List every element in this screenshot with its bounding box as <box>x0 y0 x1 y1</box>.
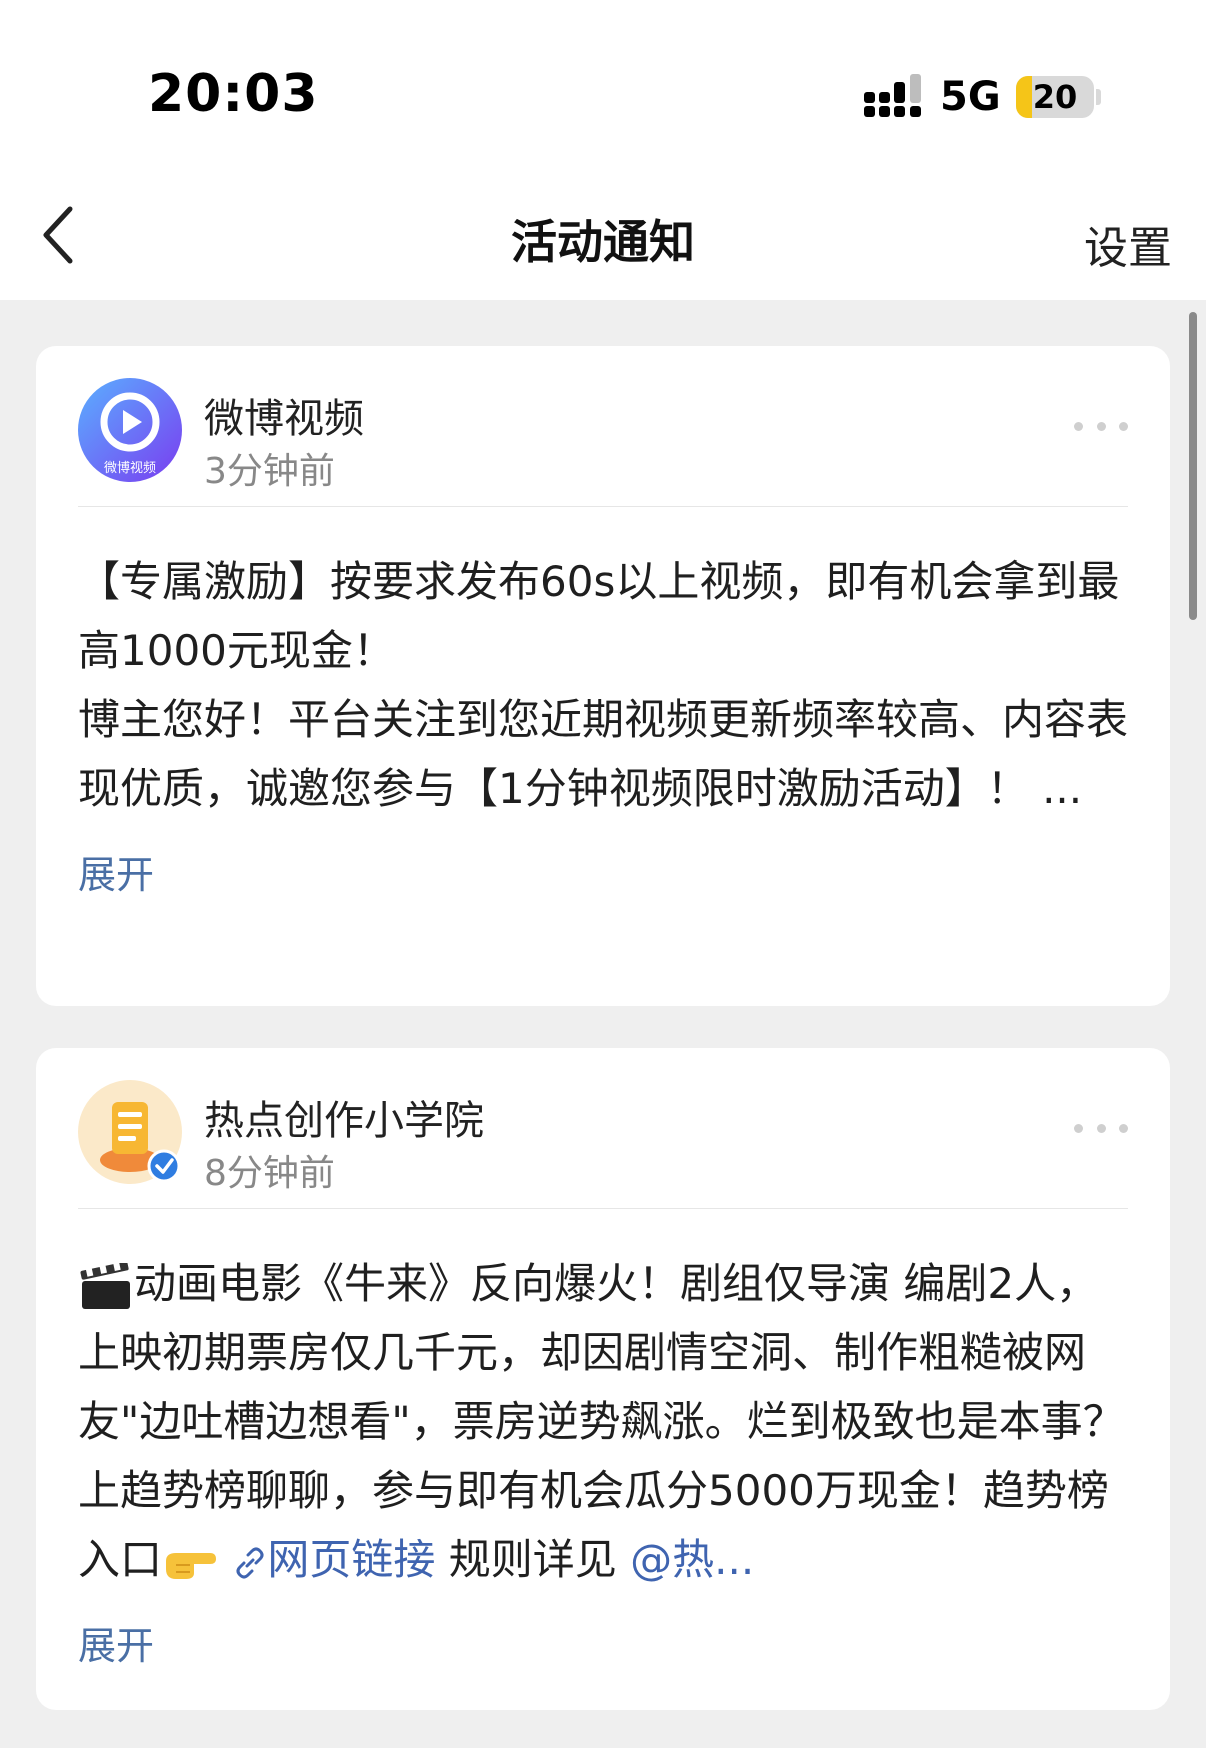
pointing-hand-icon <box>166 1552 217 1579</box>
network-type: 5G <box>940 74 1001 120</box>
dot-icon <box>1119 1123 1128 1133</box>
dot-icon <box>1074 1123 1083 1133</box>
notification-title: 【专属激励】按要求发布60s以上视频，即有机会拿到最高1000元现金！ <box>78 557 1120 675</box>
clapperboard-icon <box>80 1262 130 1309</box>
expand-button[interactable]: 展开 <box>78 845 1128 905</box>
dot-icon <box>1074 421 1083 431</box>
link-icon <box>236 1547 264 1578</box>
sender-name[interactable]: 热点创作小学院 <box>204 1088 484 1146</box>
more-options-button[interactable] <box>1074 416 1128 436</box>
dot-icon <box>1096 421 1106 431</box>
card-header: 热点创作小学院 8分钟前 <box>78 1048 1128 1209</box>
dot-icon <box>1119 421 1128 431</box>
card-header: 微博视频 微博视频 3分钟前 <box>78 346 1128 507</box>
scrollbar[interactable] <box>1189 312 1197 620</box>
time-ago: 3分钟前 <box>204 451 335 492</box>
notification-content[interactable]: 动画电影《牛来》反向爆火！剧组仅导演 编剧2人，上映初期票房仅几千元，却因剧情空… <box>78 1209 1128 1594</box>
mention-link[interactable]: @热... <box>630 1535 754 1584</box>
weibo-video-avatar[interactable]: 微博视频 <box>78 378 182 482</box>
rules-text: 规则详见 <box>448 1535 617 1584</box>
time-ago: 8分钟前 <box>204 1153 335 1194</box>
signal-icon <box>864 74 921 117</box>
page-title: 活动通知 <box>511 215 695 269</box>
notification-body: 博主您好！平台关注到您近期视频更新频率较高、内容表现优质，诚邀您参与【1分钟视频… <box>78 695 1129 813</box>
battery-icon: 20 <box>1016 76 1094 118</box>
battery-tip <box>1096 89 1101 105</box>
battery-level: 20 <box>1032 78 1078 116</box>
sender-name[interactable]: 微博视频 <box>204 386 364 444</box>
verified-badge-icon <box>147 1149 181 1183</box>
notification-card[interactable]: 热点创作小学院 8分钟前 动画电影《牛来》反向爆火！剧组仅导演 编剧2人，上映初… <box>36 1048 1170 1710</box>
expand-button[interactable]: 展开 <box>78 1616 1128 1676</box>
notification-card[interactable]: 微博视频 微博视频 3分钟前 【专属激励】按要求发布60s以上视频，即有机会拿到… <box>36 346 1170 1006</box>
hot-creation-academy-avatar[interactable] <box>78 1080 182 1184</box>
status-time: 20:03 <box>148 64 319 124</box>
more-options-button[interactable] <box>1074 1118 1128 1138</box>
settings-button[interactable]: 设置 <box>1084 212 1172 276</box>
dot-icon <box>1096 1123 1106 1133</box>
notification-content[interactable]: 【专属激励】按要求发布60s以上视频，即有机会拿到最高1000元现金！ 博主您好… <box>78 507 1128 823</box>
web-link[interactable]: 网页链接 <box>267 1535 435 1584</box>
avatar-label: 微博视频 <box>104 461 156 476</box>
